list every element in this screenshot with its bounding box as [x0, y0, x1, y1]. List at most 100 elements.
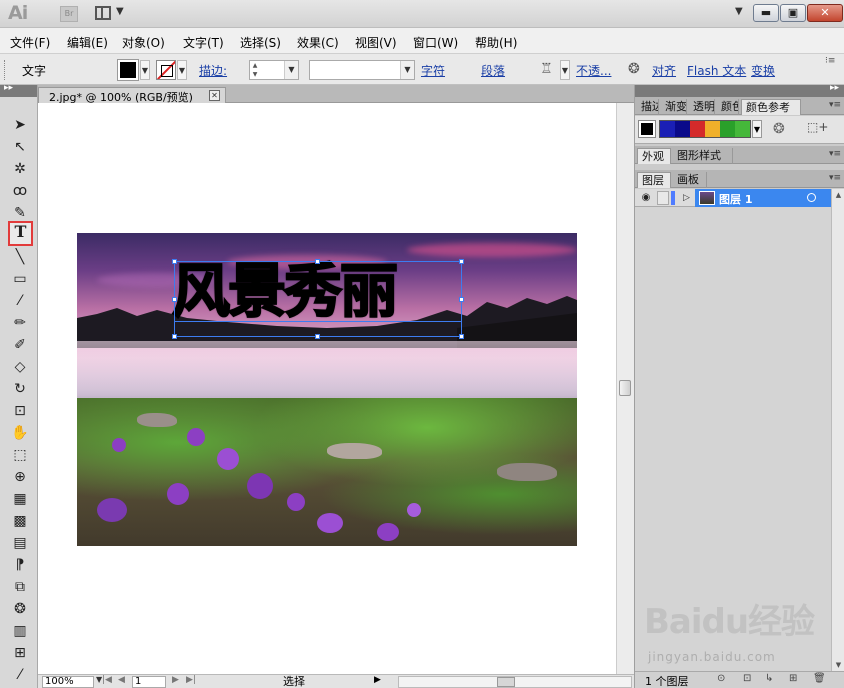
visibility-eye-icon[interactable]: ◉	[639, 191, 653, 205]
selection-handle[interactable]	[315, 334, 320, 339]
warp-tool[interactable]: ✋	[9, 422, 31, 444]
vertical-scroll-thumb[interactable]	[619, 380, 631, 396]
layer-selected-highlight[interactable]: 图层 1	[695, 189, 831, 207]
panel-menu-icon[interactable]: ▾≡	[829, 173, 841, 183]
tab-stroke[interactable]: 描边	[637, 99, 659, 115]
tab-gradient[interactable]: 渐变	[661, 99, 687, 115]
status-mode-label[interactable]: 选择	[283, 676, 305, 687]
fill-color-swatch[interactable]	[117, 59, 139, 81]
harmony-swatch[interactable]	[705, 121, 720, 137]
recolor-dropdown-icon[interactable]: ▼	[560, 60, 570, 80]
control-bar-menu-icon[interactable]: ⁝≡	[825, 56, 835, 66]
close-button[interactable]: ✕	[807, 4, 843, 22]
selection-tool[interactable]: ➤	[9, 114, 31, 136]
pencil-tool[interactable]: ✏	[9, 312, 31, 334]
stroke-weight-link[interactable]: 描边:	[199, 62, 227, 79]
symbol-sprayer-tool[interactable]: ❂	[9, 598, 31, 620]
style-input[interactable]: ▼	[309, 60, 415, 80]
blend-tool[interactable]: ⧉	[9, 576, 31, 598]
selection-handle[interactable]	[459, 259, 464, 264]
harmony-swatch[interactable]	[720, 121, 735, 137]
tab-appearance[interactable]: 外观	[637, 148, 671, 164]
stroke-dropdown-icon[interactable]: ▼	[177, 60, 187, 80]
menu-view[interactable]: 视图(V)	[355, 34, 397, 51]
horizontal-scroll-thumb[interactable]	[497, 677, 515, 687]
paragraph-panel-link[interactable]: 段落	[481, 62, 505, 79]
tab-graphic-styles[interactable]: 图形样式	[673, 148, 733, 164]
lock-toggle[interactable]	[657, 191, 669, 205]
type-tool[interactable]: T	[8, 221, 33, 246]
arrange-documents-icon[interactable]	[95, 6, 111, 20]
free-transform-tool[interactable]: ⬚	[9, 444, 31, 466]
collapse-panels-icon[interactable]: ▸▸	[830, 83, 839, 93]
vertical-scrollbar[interactable]	[616, 103, 634, 674]
artboard-number-field[interactable]: 1	[132, 676, 166, 688]
menu-window[interactable]: 窗口(W)	[413, 34, 458, 51]
tab-transparency[interactable]: 透明	[689, 99, 715, 115]
control-bar-grip[interactable]	[4, 60, 8, 80]
gradient-tool[interactable]: ▤	[9, 532, 31, 554]
harmony-rules-dropdown-icon[interactable]: ▼	[752, 120, 762, 138]
first-artboard-icon[interactable]: |◀	[102, 675, 112, 685]
harmony-swatch[interactable]	[690, 121, 705, 137]
scroll-up-icon[interactable]: ▲	[832, 189, 844, 201]
horizontal-scrollbar[interactable]	[398, 676, 632, 688]
next-artboard-icon[interactable]: ▶	[172, 675, 179, 685]
minimize-button[interactable]: ▬	[753, 4, 779, 22]
placed-landscape-image[interactable]: 风景秀丽	[77, 233, 577, 546]
artboard-canvas[interactable]: 风景秀丽	[38, 103, 616, 674]
slice-tool[interactable]: ⁄	[9, 664, 31, 686]
go-to-bridge-button[interactable]: Br	[60, 6, 78, 22]
maximize-button[interactable]: ▣	[780, 4, 806, 22]
menu-type[interactable]: 文字(T)	[183, 34, 224, 51]
artboard-tool[interactable]: ⊞	[9, 642, 31, 664]
status-menu-icon[interactable]: ▶	[374, 675, 381, 685]
stroke-weight-dropdown-icon[interactable]: ▼	[284, 61, 298, 79]
tab-color-guide[interactable]: 颜色参考	[741, 99, 801, 115]
global-edit-icon[interactable]: ❂	[628, 61, 640, 77]
paintbrush-tool[interactable]: ⁄	[9, 290, 31, 312]
harmony-swatch[interactable]	[735, 121, 750, 137]
selection-handle[interactable]	[172, 297, 177, 302]
menu-effect[interactable]: 效果(C)	[297, 34, 339, 51]
character-panel-link[interactable]: 字符	[421, 62, 445, 79]
layer-row[interactable]: ◉ ▷ 图层 1	[635, 189, 831, 207]
tab-artboards[interactable]: 画板	[673, 172, 707, 188]
selection-handle[interactable]	[172, 334, 177, 339]
expand-triangle-icon[interactable]: ▷	[683, 191, 690, 205]
line-segment-tool[interactable]: ╲	[9, 246, 31, 268]
stroke-weight-input[interactable]: ▲ ▼ ▼	[249, 60, 299, 80]
rotate-tool[interactable]: ↻	[9, 378, 31, 400]
style-dropdown-icon[interactable]: ▼	[400, 61, 414, 79]
menu-object[interactable]: 对象(O)	[122, 34, 165, 51]
tools-panel-header[interactable]: ▸▸	[0, 83, 37, 97]
save-color-group-icon[interactable]: ⬚+	[807, 120, 828, 134]
column-graph-tool[interactable]: ▥	[9, 620, 31, 642]
base-color-swatch[interactable]	[638, 120, 656, 138]
opacity-link[interactable]: 不透...	[576, 62, 611, 79]
harmony-colors-strip[interactable]	[659, 120, 751, 138]
blob-brush-tool[interactable]: ✐	[9, 334, 31, 356]
layer-name[interactable]: 图层 1	[719, 191, 752, 207]
selection-handle[interactable]	[172, 259, 177, 264]
menu-edit[interactable]: 编辑(E)	[67, 34, 108, 51]
close-document-icon[interactable]: ✕	[209, 90, 220, 101]
flash-text-link[interactable]: Flash 文本	[687, 62, 746, 79]
recolor-artwork-icon[interactable]: ♖	[540, 61, 553, 77]
previous-artboard-icon[interactable]: ◀	[118, 675, 125, 685]
menu-file[interactable]: 文件(F)	[10, 34, 50, 51]
magic-wand-tool[interactable]: ✲	[9, 158, 31, 180]
perspective-grid-tool[interactable]: ▦	[9, 488, 31, 510]
selection-handle[interactable]	[459, 297, 464, 302]
stroke-decrease-icon[interactable]: ▼	[250, 70, 260, 79]
zoom-level-field[interactable]: 100%	[42, 676, 94, 688]
last-artboard-icon[interactable]: ▶|	[186, 675, 196, 685]
harmony-swatch[interactable]	[675, 121, 690, 137]
document-tab[interactable]: 2.jpg* @ 100% (RGB/预览) ✕	[38, 87, 226, 104]
shape-builder-tool[interactable]: ⊕	[9, 466, 31, 488]
eyedropper-tool[interactable]: ⁋	[9, 554, 31, 576]
rectangle-tool[interactable]: ▭	[9, 268, 31, 290]
menu-select[interactable]: 选择(S)	[240, 34, 281, 51]
scale-tool[interactable]: ⊡	[9, 400, 31, 422]
menu-help[interactable]: 帮助(H)	[475, 34, 517, 51]
